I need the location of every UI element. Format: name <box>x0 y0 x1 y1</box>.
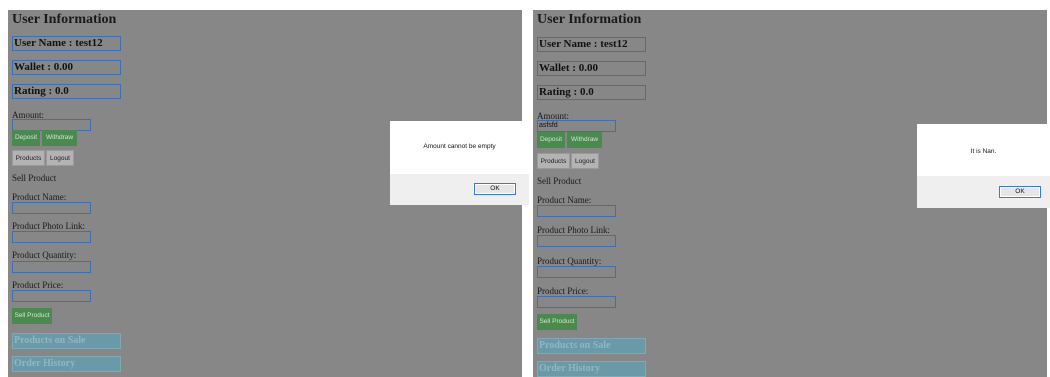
product-quantity-input[interactable] <box>537 266 616 278</box>
alert-footer: OK <box>917 176 1050 208</box>
sell-product-button[interactable]: Sell Product <box>12 308 52 324</box>
alert-dialog: Amount cannot be empty OK <box>390 121 529 205</box>
product-photo-input[interactable] <box>537 235 616 247</box>
user-name-field: User Name : test12 <box>537 37 646 52</box>
rating-field: Rating : 0.0 <box>12 84 121 99</box>
products-button[interactable]: Products <box>537 153 570 169</box>
alert-footer: OK <box>390 174 529 205</box>
product-quantity-label: Product Quantity: <box>537 256 602 266</box>
products-button[interactable]: Products <box>12 150 45 166</box>
sell-product-heading: Sell Product <box>12 173 57 183</box>
ok-button[interactable]: OK <box>999 186 1041 198</box>
wallet-field: Wallet : 0.00 <box>12 60 121 75</box>
order-history-button[interactable]: Order History <box>537 361 646 377</box>
product-name-input[interactable] <box>12 202 91 214</box>
amount-input[interactable]: asfsfd <box>537 120 616 132</box>
user-name-field: User Name : test12 <box>12 36 121 51</box>
product-quantity-label: Product Quantity: <box>12 250 77 260</box>
withdraw-button[interactable]: Withdraw <box>567 132 602 148</box>
products-on-sale-button[interactable]: Products on Sale <box>537 338 646 354</box>
page-title: User Information <box>537 12 642 27</box>
deposit-button[interactable]: Deposit <box>12 130 40 146</box>
product-name-input[interactable] <box>537 205 616 217</box>
alert-dialog: It is Nan. OK <box>917 124 1050 208</box>
logout-button[interactable]: Logout <box>571 153 599 169</box>
products-on-sale-button[interactable]: Products on Sale <box>12 333 121 349</box>
deposit-button[interactable]: Deposit <box>537 132 565 148</box>
page-title: User Information <box>12 12 117 27</box>
withdraw-button[interactable]: Withdraw <box>42 130 77 146</box>
product-price-input[interactable] <box>537 296 616 308</box>
alert-message: Amount cannot be empty <box>423 143 496 150</box>
product-quantity-input[interactable] <box>12 261 91 273</box>
alert-message: It is Nan. <box>970 148 997 155</box>
sell-product-heading: Sell Product <box>537 176 582 186</box>
logout-button[interactable]: Logout <box>46 150 74 166</box>
ok-button[interactable]: OK <box>474 183 516 195</box>
sell-product-button[interactable]: Sell Product <box>537 314 577 330</box>
order-history-button[interactable]: Order History <box>12 356 121 372</box>
product-photo-label: Product Photo Link: <box>12 221 86 231</box>
rating-field: Rating : 0.0 <box>537 85 646 100</box>
product-photo-label: Product Photo Link: <box>537 225 611 235</box>
product-name-label: Product Name: <box>12 192 67 202</box>
product-name-label: Product Name: <box>537 195 592 205</box>
product-price-label: Product Price: <box>12 280 64 290</box>
wallet-field: Wallet : 0.00 <box>537 61 646 76</box>
product-price-label: Product Price: <box>537 286 589 296</box>
product-photo-input[interactable] <box>12 231 91 243</box>
product-price-input[interactable] <box>12 290 91 302</box>
